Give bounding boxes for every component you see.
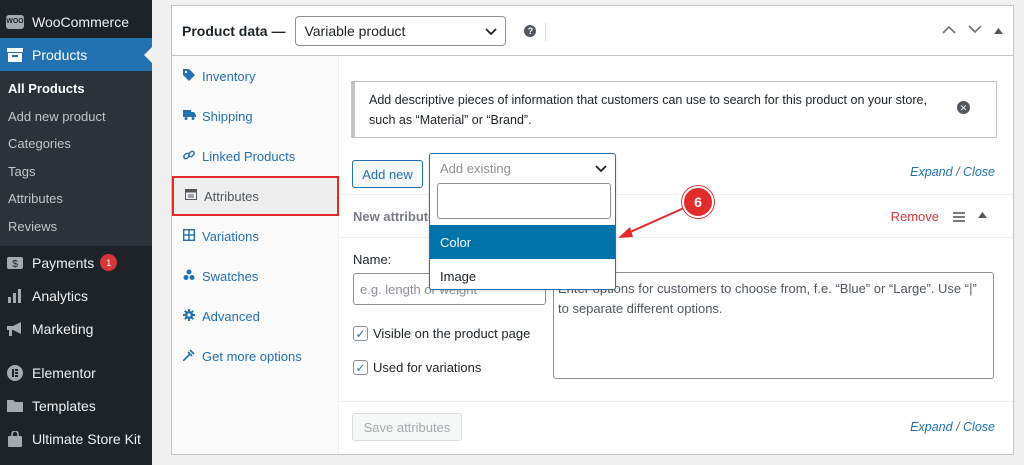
step-number-badge: 6: [682, 186, 714, 218]
annotation-arrow: [618, 207, 685, 238]
